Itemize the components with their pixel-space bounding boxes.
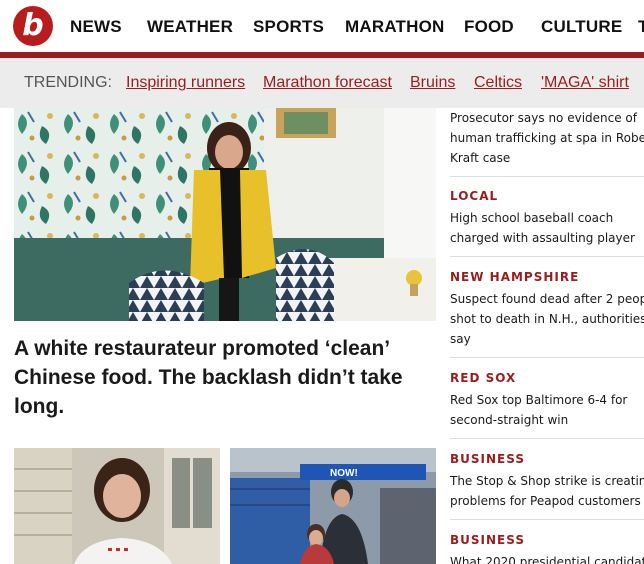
trending-label: TRENDING: — [24, 74, 112, 91]
trending-link-bruins[interactable]: Bruins — [410, 74, 455, 92]
thumbnail-photo-1 — [14, 448, 220, 564]
sidebar-story-1-line-1: Prosecutor says no evidence of — [450, 111, 637, 125]
story-thumbnail-2[interactable]: NOW! — [230, 448, 436, 564]
sidebar-story-1[interactable]: Prosecutor says no evidence of human tra… — [450, 108, 644, 168]
sidebar-divider — [450, 438, 644, 439]
sidebar-story-4-line-2: second-straight win — [450, 413, 569, 427]
nav-food[interactable]: FOOD — [464, 17, 514, 37]
trending-bar: TRENDING: Inspiring runners Marathon for… — [0, 58, 644, 108]
nav-marathon[interactable]: MARATHON — [345, 17, 445, 37]
sidebar-story-5[interactable]: BUSINESS The Stop & Shop strike is creat… — [450, 452, 644, 511]
sidebar-story-2-line-1: High school baseball coach — [450, 211, 614, 225]
main-story-image[interactable] — [14, 108, 436, 321]
headline-line-2: Chinese food. The backlash didn’t take — [14, 366, 403, 389]
nav-news[interactable]: NEWS — [70, 17, 122, 37]
logo-letter: b — [22, 8, 44, 43]
sidebar-divider — [450, 176, 644, 177]
sign-text: NOW! — [330, 468, 358, 479]
main-story-headline[interactable]: A white restaurateur promoted ‘clean’ Ch… — [14, 334, 434, 421]
sidebar-story-6[interactable]: BUSINESS What 2020 presidential candidat… — [450, 533, 644, 564]
sidebar-category-red-sox[interactable]: RED SOX — [450, 371, 644, 385]
sidebar-story-3-line-1: Suspect found dead after 2 people — [450, 292, 644, 306]
sidebar-story-2-line-2: charged with assaulting player — [450, 231, 635, 245]
thumbnail-photo-2: NOW! — [230, 448, 436, 564]
trending-link-marathon-forecast[interactable]: Marathon forecast — [263, 74, 392, 92]
sidebar-story-4[interactable]: RED SOX Red Sox top Baltimore 6-4 for se… — [450, 371, 644, 430]
trending-link-inspiring-runners[interactable]: Inspiring runners — [126, 74, 245, 92]
sidebar-story-2[interactable]: LOCAL High school baseball coach charged… — [450, 189, 644, 248]
boston-com-logo[interactable]: b — [13, 6, 53, 46]
nav-culture[interactable]: CULTURE — [541, 17, 622, 37]
trending-link-maga-shirt[interactable]: 'MAGA' shirt — [541, 74, 629, 92]
sidebar-story-3-line-2: shot to death in N.H., authorities — [450, 312, 644, 326]
nav-weather[interactable]: WEATHER — [147, 17, 233, 37]
sidebar-category-local[interactable]: LOCAL — [450, 189, 644, 203]
sidebar-category-new-hampshire[interactable]: NEW HAMPSHIRE — [450, 270, 644, 284]
sidebar-story-4-line-1: Red Sox top Baltimore 6-4 for — [450, 393, 628, 407]
sidebar-story-1-line-3: Kraft case — [450, 151, 511, 165]
sidebar-divider — [450, 256, 644, 257]
sidebar-story-5-line-2: problems for Peapod customers — [450, 494, 641, 508]
sidebar-story-3[interactable]: NEW HAMPSHIRE Suspect found dead after 2… — [450, 270, 644, 349]
nav-overflow-item[interactable]: T — [638, 17, 644, 37]
trending-link-celtics[interactable]: Celtics — [474, 74, 522, 92]
story-thumbnail-1[interactable] — [14, 448, 220, 564]
sidebar-category-business[interactable]: BUSINESS — [450, 533, 644, 547]
sidebar-story-3-line-3: say — [450, 332, 471, 346]
sidebar-story-1-line-2: human trafficking at spa in Robert — [450, 131, 644, 145]
main-story-photo — [14, 108, 436, 321]
sidebar-divider — [450, 357, 644, 358]
sidebar-category-business[interactable]: BUSINESS — [450, 452, 644, 466]
sidebar-story-5-line-1: The Stop & Shop strike is creating — [450, 474, 644, 488]
nav-sports[interactable]: SPORTS — [253, 17, 324, 37]
headline-line-3: long. — [14, 395, 65, 418]
sidebar-divider — [450, 519, 644, 520]
sidebar-story-6-line-1: What 2020 presidential candidates — [450, 555, 644, 564]
headline-line-1: A white restaurateur promoted ‘clean’ — [14, 337, 391, 360]
top-nav: b NEWS WEATHER SPORTS MARATHON FOOD CULT… — [0, 0, 644, 52]
